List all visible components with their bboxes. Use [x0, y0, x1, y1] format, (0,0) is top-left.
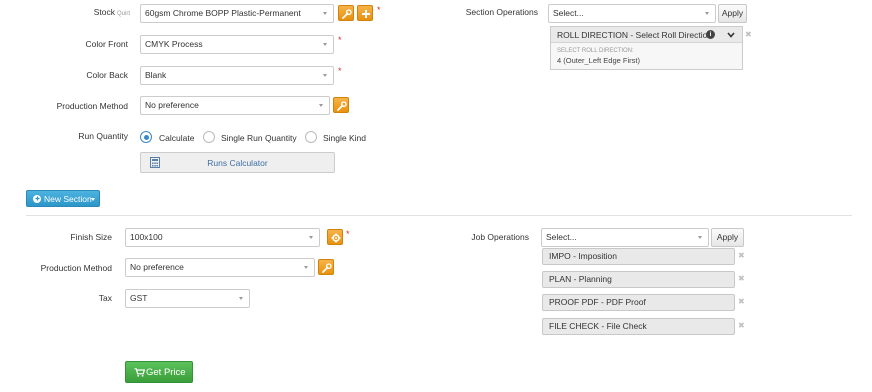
stock-edit-button[interactable]: [338, 5, 354, 21]
job-operation-item: PLAN - Planning: [542, 271, 735, 288]
chevron-down-icon: [705, 12, 709, 15]
remove-operation-icon[interactable]: ✖: [738, 251, 745, 261]
radio-calculate[interactable]: [140, 131, 152, 143]
remove-operation-icon[interactable]: ✖: [738, 274, 745, 284]
wrench-icon: [342, 9, 352, 19]
runs-calculator-label: Runs Calculator: [207, 158, 268, 168]
plus-circle-icon: [33, 194, 41, 203]
wrench-icon: [337, 101, 347, 111]
new-section-label: New Section: [44, 194, 92, 204]
roll-direction-detail-value: 4 (Outer_Left Edge First): [557, 56, 640, 65]
required-mark: *: [377, 5, 381, 15]
chevron-down-icon: [309, 236, 313, 239]
section-operations-select[interactable]: Select...: [548, 4, 716, 23]
job-operation-item: FILE CHECK - File Check: [542, 318, 735, 335]
section-operations-select-value: Select...: [553, 8, 584, 18]
color-back-select[interactable]: Blank: [140, 66, 334, 85]
info-icon[interactable]: i: [706, 30, 715, 39]
production-method-select[interactable]: No preference: [140, 96, 330, 115]
section-divider: [26, 215, 852, 216]
job-production-method-value: No preference: [130, 262, 184, 272]
color-back-label: Color Back: [86, 70, 128, 80]
get-price-label: Get Price: [146, 366, 186, 378]
stock-label: Stock Quirt: [40, 6, 130, 20]
chevron-down-icon: [698, 236, 702, 239]
run-quantity-label: Run Quantity: [78, 131, 128, 141]
required-mark: *: [338, 35, 342, 45]
wrench-icon: [322, 263, 332, 273]
radio-single-kind-label: Single Kind: [323, 133, 367, 143]
stock-sublabel: Quirt: [116, 11, 130, 17]
job-production-method-label: Production Method: [40, 263, 112, 273]
runs-calculator-button[interactable]: Runs Calculator: [140, 152, 335, 173]
roll-direction-operation: ROLL DIRECTION - Select Roll Direction i…: [550, 26, 743, 70]
stock-label-text: Stock: [93, 7, 115, 17]
required-mark: *: [338, 66, 342, 76]
chevron-down-icon: [239, 297, 243, 300]
roll-direction-detail-heading: SELECT ROLL DIRECTION:: [557, 48, 634, 54]
roll-direction-header[interactable]: ROLL DIRECTION - Select Roll Direction i: [551, 27, 742, 43]
color-front-label: Color Front: [85, 39, 128, 49]
remove-roll-direction-icon[interactable]: ✖: [745, 30, 752, 40]
color-front-select[interactable]: CMYK Process: [140, 35, 334, 54]
radio-single-run-quantity[interactable]: [203, 131, 215, 143]
job-operations-select-value: Select...: [546, 232, 577, 242]
stock-add-button[interactable]: [357, 5, 373, 21]
stock-select-value: 60gsm Chrome BOPP Plastic-Permanent: [145, 8, 301, 18]
chevron-down-icon: [323, 43, 327, 46]
caret-down-icon: [91, 198, 95, 201]
chevron-down-icon[interactable]: [727, 32, 735, 38]
color-back-value: Blank: [145, 70, 167, 80]
gear-icon: [331, 233, 341, 243]
production-method-edit-button[interactable]: [333, 97, 349, 113]
chevron-down-icon: [304, 266, 308, 269]
production-method-value: No preference: [145, 100, 199, 110]
radio-single-kind[interactable]: [305, 131, 317, 143]
job-operations-apply-button[interactable]: Apply: [711, 228, 744, 247]
get-price-button[interactable]: Get Price: [125, 361, 193, 383]
job-operations-select[interactable]: Select...: [541, 228, 709, 247]
radio-calculate-label: Calculate: [159, 133, 195, 143]
finish-size-value: 100x100: [130, 232, 163, 242]
cart-icon: [134, 368, 145, 377]
new-section-button[interactable]: New Section: [26, 190, 100, 207]
section-operations-label: Section Operations: [465, 7, 538, 17]
required-mark: *: [346, 229, 350, 239]
job-operation-item: PROOF PDF - PDF Proof: [542, 294, 735, 311]
chevron-down-icon: [323, 74, 327, 77]
finish-size-select[interactable]: 100x100: [125, 228, 320, 247]
color-front-value: CMYK Process: [145, 39, 203, 49]
roll-direction-title: ROLL DIRECTION - Select Roll Direction: [557, 30, 713, 40]
remove-operation-icon[interactable]: ✖: [738, 321, 745, 331]
remove-operation-icon[interactable]: ✖: [738, 297, 745, 307]
finish-size-settings-button[interactable]: [327, 229, 343, 245]
tax-value: GST: [130, 293, 148, 303]
finish-size-label: Finish Size: [70, 232, 112, 242]
plus-icon: [362, 10, 370, 18]
stock-select[interactable]: 60gsm Chrome BOPP Plastic-Permanent: [140, 4, 334, 23]
job-operation-item: IMPO - Imposition: [542, 248, 735, 265]
job-production-method-select[interactable]: No preference: [125, 258, 315, 277]
job-production-method-edit-button[interactable]: [318, 259, 334, 275]
tax-label: Tax: [98, 293, 112, 303]
radio-single-run-quantity-label: Single Run Quantity: [221, 133, 297, 143]
production-method-label: Production Method: [56, 101, 128, 111]
job-operations-label: Job Operations: [471, 232, 529, 242]
section-operations-apply-button[interactable]: Apply: [718, 4, 747, 23]
chevron-down-icon: [323, 12, 327, 15]
chevron-down-icon: [319, 104, 323, 107]
tax-select[interactable]: GST: [125, 289, 250, 308]
